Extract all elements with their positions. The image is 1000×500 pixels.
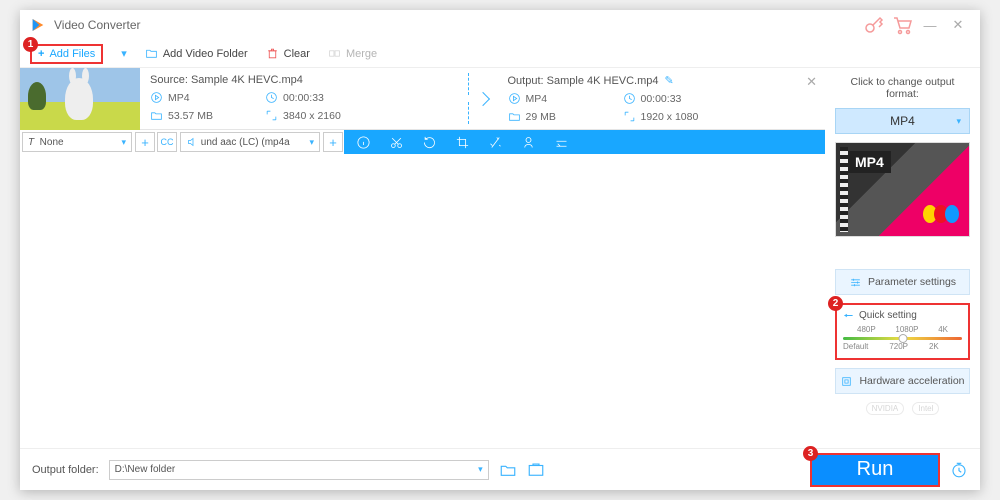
source-resolution: 3840 x 2160 [265,109,345,122]
source-duration: 00:00:33 [265,91,345,104]
output-folder-label: Output folder: [32,464,99,476]
annotation-badge-1: 1 [23,37,38,52]
hardware-badges: NVIDIAIntel [835,402,970,415]
cart-icon[interactable] [890,13,914,37]
output-format-title: Click to change output format: [835,76,970,100]
add-subtitle-button[interactable]: + [135,132,155,152]
clear-button[interactable]: Clear [266,47,310,60]
rotate-icon[interactable] [422,135,437,150]
trim-icon[interactable] [389,135,404,150]
item-action-bar: T None▾ + CC und aac (LC) (mp4a▾ + [20,130,825,154]
adjust-icon[interactable] [554,135,569,150]
output-filename: Output: Sample 4K HEVC.mp4 [508,75,659,87]
video-thumbnail[interactable] [20,68,140,130]
app-window: Video Converter — ✕ 1 + Add Files ▾ Add … [20,10,980,490]
source-info: Source: Sample 4K HEVC.mp4 MP4 00:00:33 … [140,68,468,129]
add-files-button[interactable]: 1 + Add Files [30,44,103,64]
subtitle-select[interactable]: T None▾ [22,132,132,152]
toolbar: 1 + Add Files ▾ Add Video Folder Clear M… [20,40,980,68]
output-duration: 00:00:33 [623,92,703,105]
watermark-icon[interactable] [521,135,536,150]
snapshot-icon[interactable] [527,461,545,479]
source-size: 53.57 MB [150,109,230,122]
add-folder-button[interactable]: Add Video Folder [145,47,248,60]
add-files-label: Add Files [49,48,95,60]
edit-tools [344,135,825,150]
format-preview-label: MP4 [848,151,891,173]
clear-label: Clear [284,48,310,60]
window-title: Video Converter [54,18,141,32]
output-resolution: 1920 x 1080 [623,110,703,123]
remove-item-icon[interactable]: ✕ [806,74,817,90]
quick-setting-box: 2 Quick setting 480P1080P4K Default720P2… [835,303,970,360]
effects-icon[interactable] [488,135,503,150]
main-panel: Source: Sample 4K HEVC.mp4 MP4 00:00:33 … [20,68,825,448]
info-icon[interactable] [356,135,371,150]
app-logo-icon [30,17,46,33]
merge-label: Merge [346,48,377,60]
close-button[interactable]: ✕ [946,13,970,37]
run-button[interactable]: 3 Run [810,453,940,487]
annotation-badge-2: 2 [828,296,843,311]
crop-icon[interactable] [455,135,470,150]
add-files-dropdown[interactable]: ▾ [121,47,127,60]
add-folder-label: Add Video Folder [163,48,248,60]
output-size: 29 MB [508,110,588,123]
hardware-accel-button[interactable]: Hardware acceleration [835,368,970,394]
side-panel: Click to change output format: MP4▾ MP4 … [825,68,980,448]
key-icon[interactable] [862,13,886,37]
source-format: MP4 [150,91,230,104]
titlebar: Video Converter — ✕ [20,10,980,40]
output-folder-select[interactable]: D:\New folder▾ [109,460,489,480]
output-format-select[interactable]: MP4▾ [835,108,970,134]
audio-track-select[interactable]: und aac (LC) (mp4a▾ [180,132,320,152]
merge-button[interactable]: Merge [328,47,377,60]
output-info: Output: Sample 4K HEVC.mp4 ✎ MP4 00:00:33… [498,68,826,129]
output-format: MP4 [508,92,588,105]
minimize-button[interactable]: — [918,13,942,37]
quality-slider[interactable]: 480P1080P4K Default720P2K [843,325,962,351]
quick-setting-title: Quick setting [843,310,962,321]
cc-button[interactable]: CC [157,132,177,152]
schedule-icon[interactable] [950,461,968,479]
format-preview[interactable]: MP4 [835,142,970,237]
file-item[interactable]: Source: Sample 4K HEVC.mp4 MP4 00:00:33 … [20,68,825,130]
open-folder-icon[interactable] [499,461,517,479]
source-filename: Source: Sample 4K HEVC.mp4 [150,74,458,86]
edit-output-name-icon[interactable]: ✎ [665,75,674,87]
annotation-badge-3: 3 [803,446,818,461]
content-area: Source: Sample 4K HEVC.mp4 MP4 00:00:33 … [20,68,980,448]
add-audio-button[interactable]: + [323,132,343,152]
arrow-separator [468,68,498,129]
parameter-settings-button[interactable]: Parameter settings [835,269,970,295]
footer: Output folder: D:\New folder▾ 3 Run [20,448,980,490]
